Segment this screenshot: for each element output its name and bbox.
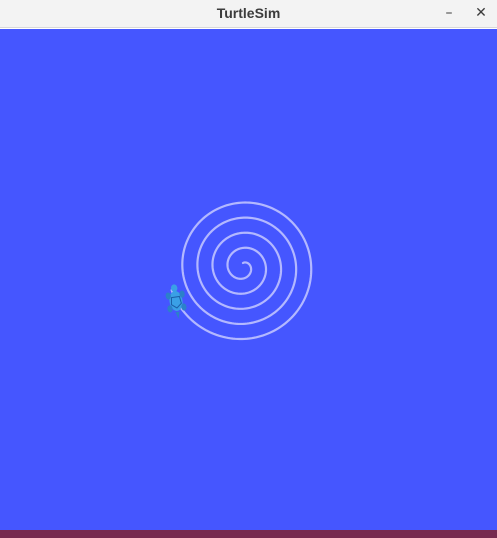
- window-title: TurtleSim: [216, 5, 281, 21]
- close-button[interactable]: ✕: [469, 2, 493, 24]
- close-icon: ✕: [475, 5, 487, 21]
- turtlesim-window: TurtleSim – ✕: [0, 0, 497, 538]
- turtle-icon: [165, 284, 187, 319]
- title-bar[interactable]: TurtleSim – ✕: [0, 0, 497, 28]
- simulation-canvas: [0, 29, 497, 530]
- canvas-svg: [165, 201, 313, 341]
- minimize-icon: –: [445, 5, 453, 21]
- pen-trail-spiral: [170, 201, 313, 341]
- desktop-taskbar-strip: [0, 530, 497, 538]
- minimize-button[interactable]: –: [437, 2, 461, 24]
